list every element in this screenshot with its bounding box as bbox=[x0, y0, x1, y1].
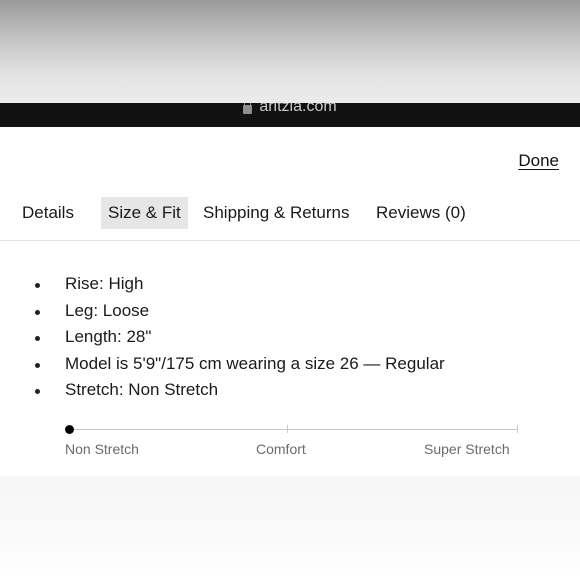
bullet-icon bbox=[35, 310, 40, 315]
stretch-label-super: Super Stretch bbox=[424, 441, 510, 457]
stretch-marker bbox=[65, 425, 74, 434]
stretch-label-non: Non Stretch bbox=[65, 441, 139, 457]
done-button[interactable]: Done bbox=[518, 151, 559, 171]
spec-length: Length: 28" bbox=[65, 327, 152, 346]
list-item: Rise: High bbox=[0, 271, 580, 297]
list-item: Stretch: Non Stretch bbox=[0, 377, 580, 403]
tab-divider bbox=[0, 240, 580, 241]
tab-bar: Details Size & Fit Shipping & Returns Re… bbox=[0, 197, 580, 230]
spec-stretch: Stretch: Non Stretch bbox=[65, 380, 219, 399]
stretch-tick bbox=[517, 425, 518, 433]
stretch-track bbox=[69, 429, 517, 430]
list-item: Leg: Loose bbox=[0, 298, 580, 324]
bullet-icon bbox=[35, 336, 40, 341]
stretch-label-comfort: Comfort bbox=[256, 441, 306, 457]
stretch-scale: Non Stretch Comfort Super Stretch bbox=[65, 420, 519, 460]
lock-icon bbox=[243, 103, 253, 114]
spec-rise: Rise: High bbox=[65, 274, 144, 293]
bullet-icon bbox=[35, 363, 40, 368]
tab-details[interactable]: Details bbox=[22, 197, 74, 229]
spec-model: Model is 5'9"/175 cm wearing a size 26 —… bbox=[65, 354, 445, 373]
tab-size-fit[interactable]: Size & Fit bbox=[101, 197, 188, 229]
tab-shipping-returns[interactable]: Shipping & Returns bbox=[203, 197, 349, 229]
browser-address-bar[interactable]: aritzia.com bbox=[0, 103, 580, 127]
bullet-icon bbox=[35, 283, 40, 288]
tab-reviews[interactable]: Reviews (0) bbox=[376, 197, 466, 229]
spec-leg: Leg: Loose bbox=[65, 301, 150, 320]
blurred-background bbox=[0, 0, 580, 103]
stretch-tick bbox=[287, 425, 288, 433]
bullet-icon bbox=[35, 389, 40, 394]
list-item: Length: 28" bbox=[0, 324, 580, 350]
list-item: Model is 5'9"/175 cm wearing a size 26 —… bbox=[0, 351, 580, 377]
url-text: aritzia.com bbox=[259, 103, 337, 115]
background-fade bbox=[0, 476, 580, 580]
